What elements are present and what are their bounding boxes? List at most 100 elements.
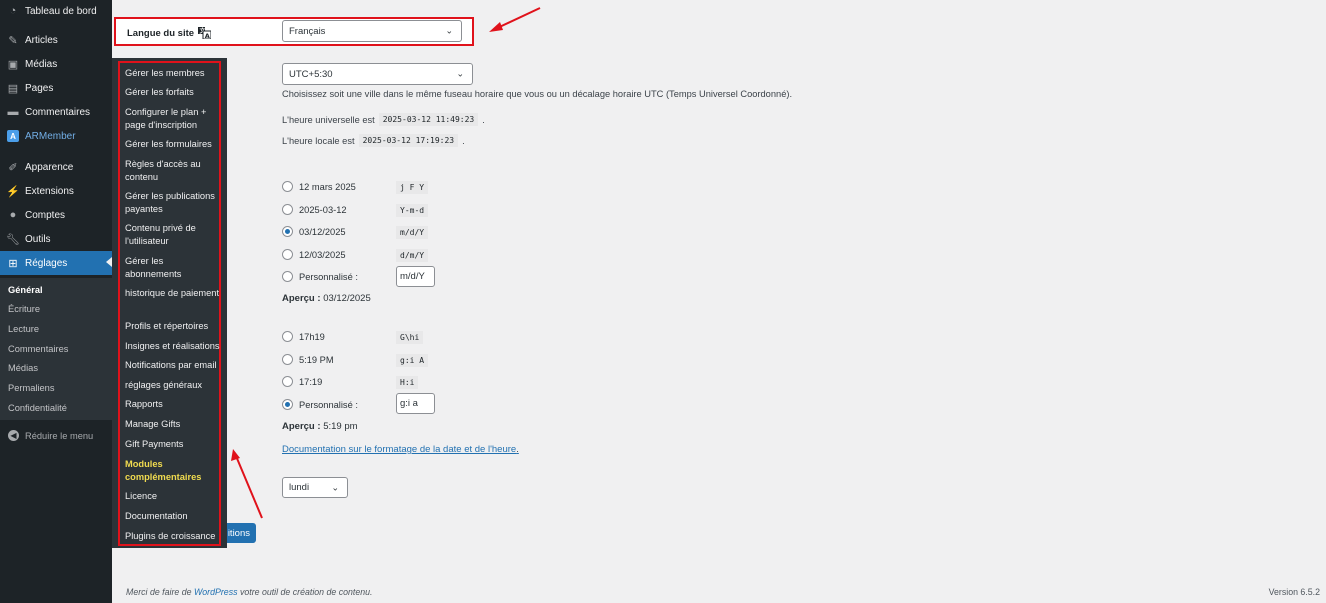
menu-label: Médias (25, 58, 58, 70)
radio-button[interactable] (282, 271, 293, 282)
flyout-item[interactable]: Notifications par email (125, 359, 220, 372)
flyout-item[interactable]: Profils et répertoires (125, 320, 220, 333)
flyout-item[interactable]: Contenu privé de l'utilisateur (125, 222, 220, 247)
radio-button-checked[interactable] (282, 399, 293, 410)
menu-appearance[interactable]: ✐ Apparence (0, 156, 112, 178)
radio-button-checked[interactable] (282, 226, 293, 237)
page-icon: ▤ (7, 82, 19, 95)
date-format-custom-input[interactable]: m/d/Y (396, 266, 435, 287)
local-time-value: 2025-03-12 17:19:23 (358, 134, 459, 147)
translate-icon: 文A (198, 27, 212, 39)
flyout-item[interactable]: historique de paiement (125, 287, 220, 300)
flyout-item[interactable]: Configurer le plan + page d'inscription (125, 106, 220, 131)
armember-logo-icon: A (7, 130, 19, 142)
period: . (462, 135, 465, 146)
time-format-code: H:i (396, 376, 419, 389)
date-format-code: d/m/Y (396, 249, 429, 262)
flyout-item[interactable]: Plugins de croissance (125, 530, 220, 543)
menu-label: Outils (25, 233, 51, 245)
submenu-reading[interactable]: Lecture (8, 324, 39, 334)
menu-dashboard[interactable]: ◔ Tableau de bord (0, 0, 112, 22)
time-format-option[interactable]: 17:19 (282, 376, 322, 387)
flyout-item[interactable]: Licence (125, 490, 220, 503)
flyout-item[interactable]: Gérer les formulaires (125, 138, 220, 151)
language-select-value: Français (289, 25, 326, 37)
flyout-item[interactable]: Gérer les forfaits (125, 86, 220, 99)
date-time-doc-link[interactable]: Documentation sur le formatage de la dat… (282, 444, 519, 455)
flyout-item[interactable]: Insignes et réalisations (125, 340, 220, 353)
local-time-row: L'heure locale est 2025-03-12 17:19:23 . (282, 134, 465, 147)
flyout-item[interactable]: Gérer les membres (125, 67, 220, 80)
flyout-item[interactable]: Règles d'accès au contenu (125, 158, 220, 183)
week-start-select[interactable]: lundi ⌄ (282, 477, 348, 498)
collapse-menu-button[interactable]: ◀ Réduire le menu (8, 430, 93, 441)
doc-link-text[interactable]: Documentation sur le formatage de la dat… (282, 444, 516, 455)
time-format-label: 5:19 PM (299, 354, 334, 365)
submenu-media[interactable]: Médias (8, 363, 38, 373)
time-format-custom-input[interactable]: g:i a (396, 393, 435, 414)
menu-label: Réglages (25, 257, 68, 269)
flyout-item-addons[interactable]: Modules complémentaires (125, 458, 220, 483)
date-format-custom-option[interactable]: Personnalisé : (282, 271, 358, 282)
pin-icon: ✎ (8, 34, 18, 47)
submenu-general[interactable]: Général (8, 285, 43, 295)
menu-comments[interactable]: ▬ Commentaires (0, 101, 112, 123)
flyout-item[interactable]: Gift Payments (125, 438, 220, 451)
date-format-code: j F Y (396, 181, 429, 194)
time-format-custom-option[interactable]: Personnalisé : (282, 399, 358, 410)
time-format-code: g:i A (396, 354, 429, 367)
menu-label: Articles (25, 34, 58, 46)
media-icon: ▣ (7, 58, 19, 71)
radio-button[interactable] (282, 204, 293, 215)
date-format-option[interactable]: 03/12/2025 (282, 226, 346, 237)
menu-medias[interactable]: ▣ Médias (0, 53, 112, 75)
menu-users[interactable]: ● Comptes (0, 204, 112, 226)
language-select[interactable]: Français ⌄ (282, 20, 462, 42)
menu-settings[interactable]: ⊞ Réglages (0, 251, 112, 275)
menu-label: Comptes (25, 209, 66, 221)
flyout-item[interactable]: Rapports (125, 398, 220, 411)
radio-button[interactable] (282, 331, 293, 342)
footer-version: Version 6.5.2 (1268, 587, 1320, 597)
flyout-item[interactable]: Documentation (125, 510, 220, 523)
radio-button[interactable] (282, 249, 293, 260)
dashboard-icon: ◔ (9, 5, 17, 17)
radio-button[interactable] (282, 354, 293, 365)
timezone-select[interactable]: UTC+5:30 ⌄ (282, 63, 473, 85)
submenu-privacy[interactable]: Confidentialité (8, 403, 67, 413)
utc-time-label: L'heure universelle est (282, 114, 375, 125)
radio-button[interactable] (282, 181, 293, 192)
wrench-icon: 🔧︎ (6, 233, 20, 246)
flyout-item[interactable]: Gérer les publications payantes (125, 190, 220, 215)
flyout-item[interactable]: Manage Gifts (125, 418, 220, 431)
menu-articles[interactable]: ✎ Articles (0, 29, 112, 51)
collapse-label: Réduire le menu (25, 430, 94, 441)
menu-label: Tableau de bord (25, 5, 97, 17)
submenu-comments[interactable]: Commentaires (8, 344, 68, 354)
date-format-option[interactable]: 12 mars 2025 (282, 181, 356, 192)
date-format-label: 12/03/2025 (299, 249, 346, 260)
preview-label: Aperçu : (282, 421, 321, 432)
time-format-label: 17h19 (299, 331, 325, 342)
chevron-down-icon: ⌄ (456, 68, 464, 79)
chevron-down-icon: ⌄ (445, 25, 453, 36)
date-format-option[interactable]: 12/03/2025 (282, 249, 346, 260)
collapse-icon: ◀ (8, 430, 19, 441)
time-format-code: G\hi (396, 331, 424, 344)
time-format-option[interactable]: 17h19 (282, 331, 325, 342)
submenu-writing[interactable]: Écriture (8, 304, 40, 314)
save-button-label: itions (227, 527, 250, 539)
menu-tools[interactable]: 🔧︎ Outils (0, 228, 112, 250)
flyout-item[interactable]: Gérer les abonnements (125, 255, 220, 280)
menu-armember[interactable]: A ARMember (0, 125, 112, 147)
radio-button[interactable] (282, 376, 293, 387)
week-start-value: lundi (289, 482, 310, 493)
flyout-item[interactable]: réglages généraux (125, 379, 220, 392)
menu-extensions[interactable]: ⚡ Extensions (0, 180, 112, 202)
submenu-permalinks[interactable]: Permaliens (8, 383, 55, 393)
time-format-option[interactable]: 5:19 PM (282, 354, 334, 365)
menu-pages[interactable]: ▤ Pages (0, 77, 112, 99)
date-format-option[interactable]: 2025-03-12 (282, 204, 347, 215)
date-format-code: m/d/Y (396, 226, 429, 239)
wordpress-link[interactable]: WordPress (194, 587, 238, 597)
